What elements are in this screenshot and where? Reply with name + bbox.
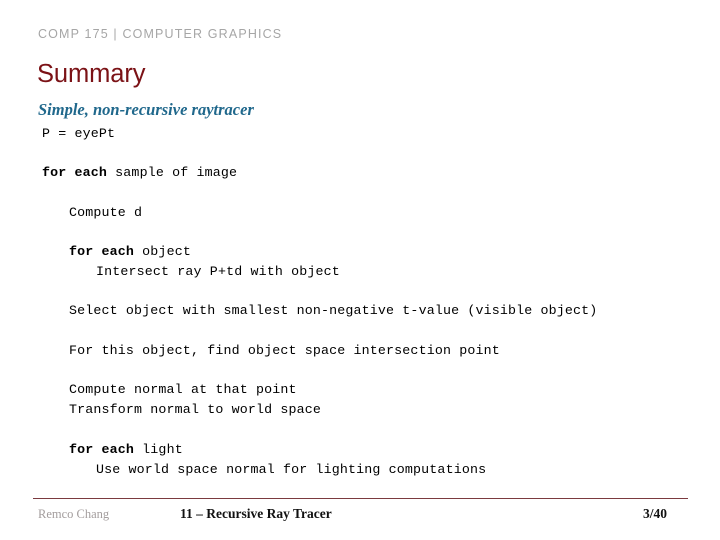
code-line-compute-d: Compute d: [69, 203, 682, 223]
code-text: Transform normal to world space: [69, 402, 322, 418]
footer-lecture-title: 11 – Recursive Ray Tracer: [180, 506, 332, 521]
code-spacer: [42, 223, 682, 242]
code-line-for-each-object: for each object: [69, 242, 682, 262]
code-line-for-each-sample: for each sample of image: [42, 163, 682, 183]
code-spacer: [42, 361, 682, 380]
code-line-transform-normal: Transform normal to world space: [69, 400, 682, 420]
code-line-for-each-light: for each light: [69, 440, 682, 460]
page-title: Summary: [37, 60, 146, 88]
code-spacer: [42, 282, 682, 301]
code-line-select-object: Select object with smallest non-negative…: [69, 301, 682, 321]
code-spacer: [42, 184, 682, 203]
code-line-find-object-space-point: For this object, find object space inter…: [69, 341, 682, 361]
code-text: Compute normal at that point: [69, 382, 297, 398]
slide-subtitle: Simple, non-recursive raytracer: [38, 100, 254, 119]
slide-canvas: COMP 175 | COMPUTER GRAPHICS Summary Sim…: [0, 0, 720, 540]
pseudocode-block: P = eyePt for each sample of image Compu…: [42, 124, 682, 480]
code-spacer: [42, 144, 682, 163]
code-line-compute-normal: Compute normal at that point: [69, 380, 682, 400]
code-keyword: for each: [69, 441, 135, 457]
footer-divider: [33, 498, 688, 499]
code-spacer: [42, 421, 682, 440]
code-text: P = eyePt: [42, 126, 116, 141]
course-eyebrow: COMP 175 | COMPUTER GRAPHICS: [38, 27, 283, 41]
code-spacer: [42, 322, 682, 341]
code-text: Compute d: [69, 204, 143, 220]
code-line-use-world-normal: Use world space normal for lighting comp…: [96, 460, 682, 480]
code-keyword: for each: [69, 243, 135, 259]
footer-author: Remco Chang: [38, 507, 110, 521]
code-text: Select object with smallest non-negative…: [69, 303, 598, 319]
footer-page-number: 3/40: [643, 506, 668, 521]
code-text: object: [134, 243, 191, 259]
code-keyword: for each: [42, 165, 108, 181]
code-line-intersect-ray: Intersect ray P+td with object: [96, 262, 682, 282]
code-line-eye-point: P = eyePt: [42, 124, 682, 144]
code-text: sample of image: [107, 165, 238, 181]
code-text: Use world space normal for lighting comp…: [96, 461, 487, 477]
code-text: light: [134, 441, 183, 457]
code-text: Intersect ray P+td with object: [96, 264, 340, 280]
code-text: For this object, find object space inter…: [69, 342, 500, 358]
